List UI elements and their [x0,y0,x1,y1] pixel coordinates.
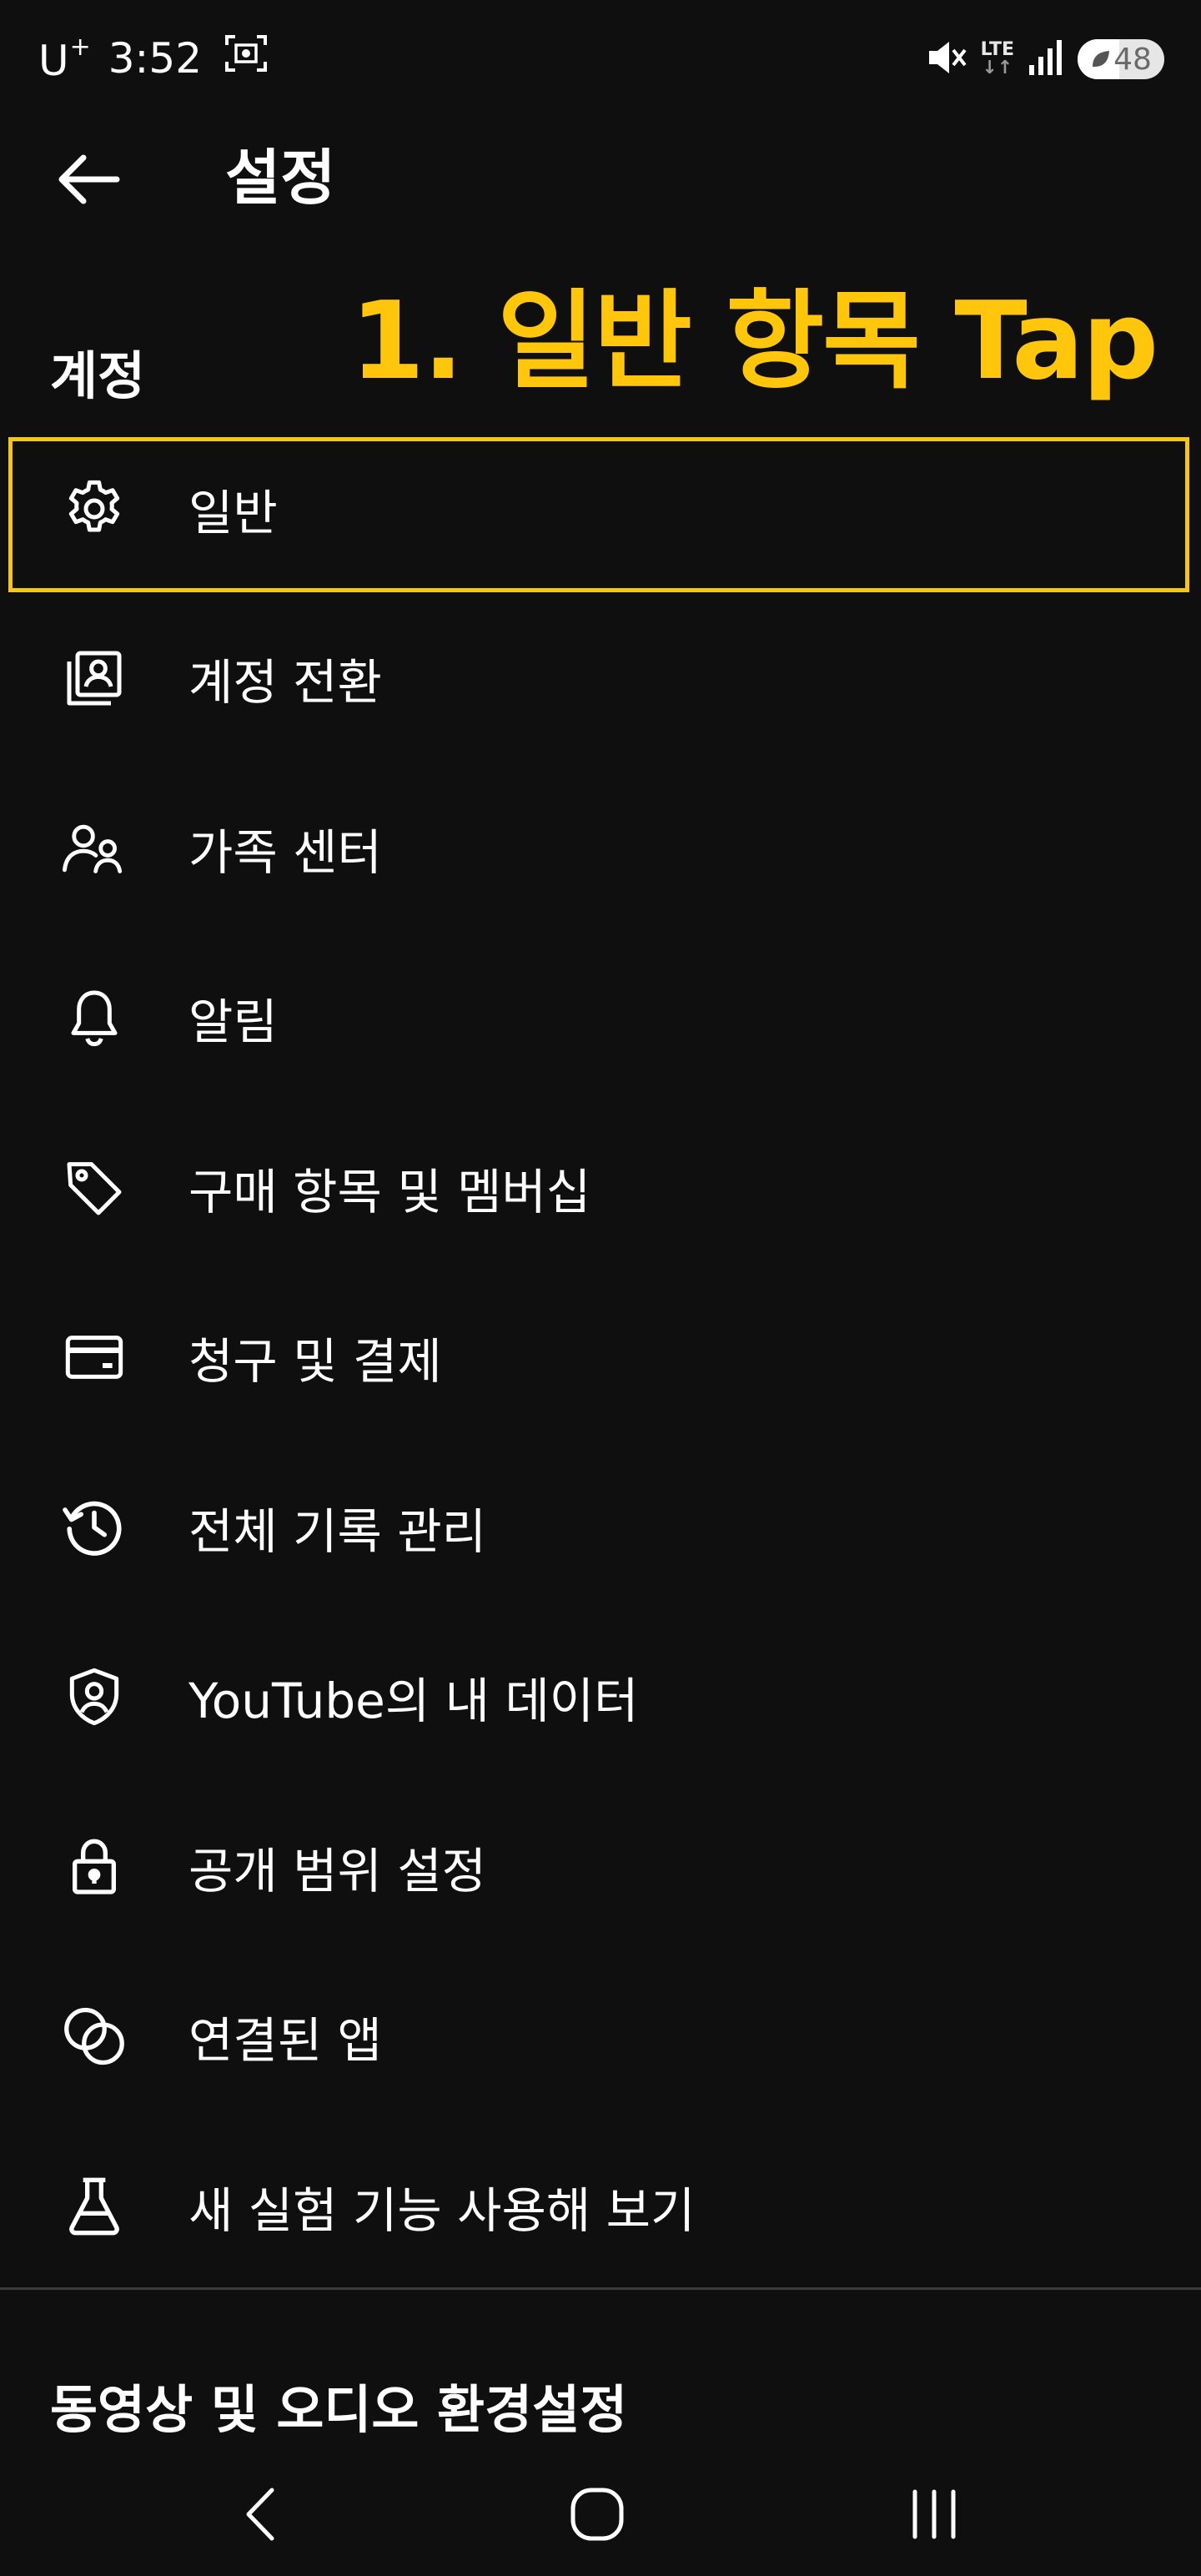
history-icon [57,1490,132,1565]
menu-item-general[interactable]: 일반 [0,424,1201,594]
lock-icon [57,1829,132,1904]
menu-item-notifications[interactable]: 알림 [0,933,1201,1104]
menu-item-family-center[interactable]: 가족 센터 [0,763,1201,933]
shield-person-icon [57,1659,132,1734]
status-left: U+ 3:52 [38,25,269,92]
status-right: LTE ↓↑ 48 [912,30,1164,88]
section-header-account: 계정 [50,345,146,406]
menu-item-label: 일반 [188,484,278,541]
tutorial-annotation: 1. 일반 항목 Tap [350,279,1158,404]
nav-home-icon [570,2488,624,2541]
menu-item-switch-account[interactable]: 계정 전환 [0,594,1201,764]
menu-item-purchases-memberships[interactable]: 구매 항목 및 멤버십 [0,1103,1201,1273]
menu-item-label: 청구 및 결제 [188,1333,442,1391]
menu-item-label: 공개 범위 설정 [188,1842,487,1899]
linked-apps-icon [57,1999,132,2074]
lte-indicator: LTE ↓↑ [980,39,1014,78]
menu-item-label: 전체 기록 관리 [188,1502,487,1560]
nav-back-button[interactable] [212,2473,312,2556]
nav-recents-icon [912,2489,956,2539]
menu-item-label: 연결된 앱 [188,2012,382,2070]
tag-icon [57,1150,132,1225]
battery-indicator: 48 [1078,39,1164,79]
back-arrow-icon [58,154,120,204]
nav-recents-button[interactable] [884,2473,984,2556]
page-title: 설정 [225,143,336,213]
menu-item-label: 구매 항목 및 멤버십 [188,1163,591,1220]
nav-home-button[interactable] [547,2473,647,2556]
screenshot-icon [224,33,269,83]
signal-icon [1028,38,1064,80]
nav-back-icon [246,2488,274,2541]
menu-item-label: 알림 [188,994,278,1051]
section-header-video-audio: 동영상 및 오디오 환경설정 [50,2379,628,2440]
status-bar: U+ 3:52 LTE ↓↑ 48 [0,0,1201,117]
menu-item-privacy[interactable]: 공개 범위 설정 [0,1782,1201,1952]
bell-icon [57,980,132,1055]
clock: 3:52 [108,34,203,83]
menu-item-try-experimental[interactable]: 새 실험 기능 사용해 보기 [0,2121,1201,2292]
menu-item-label: 가족 센터 [188,823,382,881]
system-nav-bar [0,2453,1201,2576]
section-divider [0,2287,1201,2290]
gear-icon [57,471,132,546]
menu-item-label: YouTube의 내 데이터 [188,1673,639,1730]
settings-menu: 일반 계정 전환 가족 센터 알림 구매 항목 및 멤버십 청구 및 결제 전체… [0,424,1201,2292]
menu-item-your-data[interactable]: YouTube의 내 데이터 [0,1613,1201,1783]
family-icon [57,811,132,886]
menu-item-label: 계정 전환 [188,654,382,712]
carrier: U+ [38,32,92,85]
flask-icon [57,2169,132,2244]
mute-icon [926,38,967,80]
app-bar: 설정 [0,117,1201,242]
credit-card-icon [57,1320,132,1395]
switch-account-icon [57,641,132,716]
leaf-icon [1093,51,1110,67]
back-button[interactable] [47,146,130,213]
menu-item-billing-payments[interactable]: 청구 및 결제 [0,1273,1201,1443]
menu-item-history-management[interactable]: 전체 기록 관리 [0,1442,1201,1613]
menu-item-connected-apps[interactable]: 연결된 앱 [0,1952,1201,2122]
battery-level: 48 [1113,42,1152,77]
menu-item-label: 새 실험 기능 사용해 보기 [188,2181,696,2239]
